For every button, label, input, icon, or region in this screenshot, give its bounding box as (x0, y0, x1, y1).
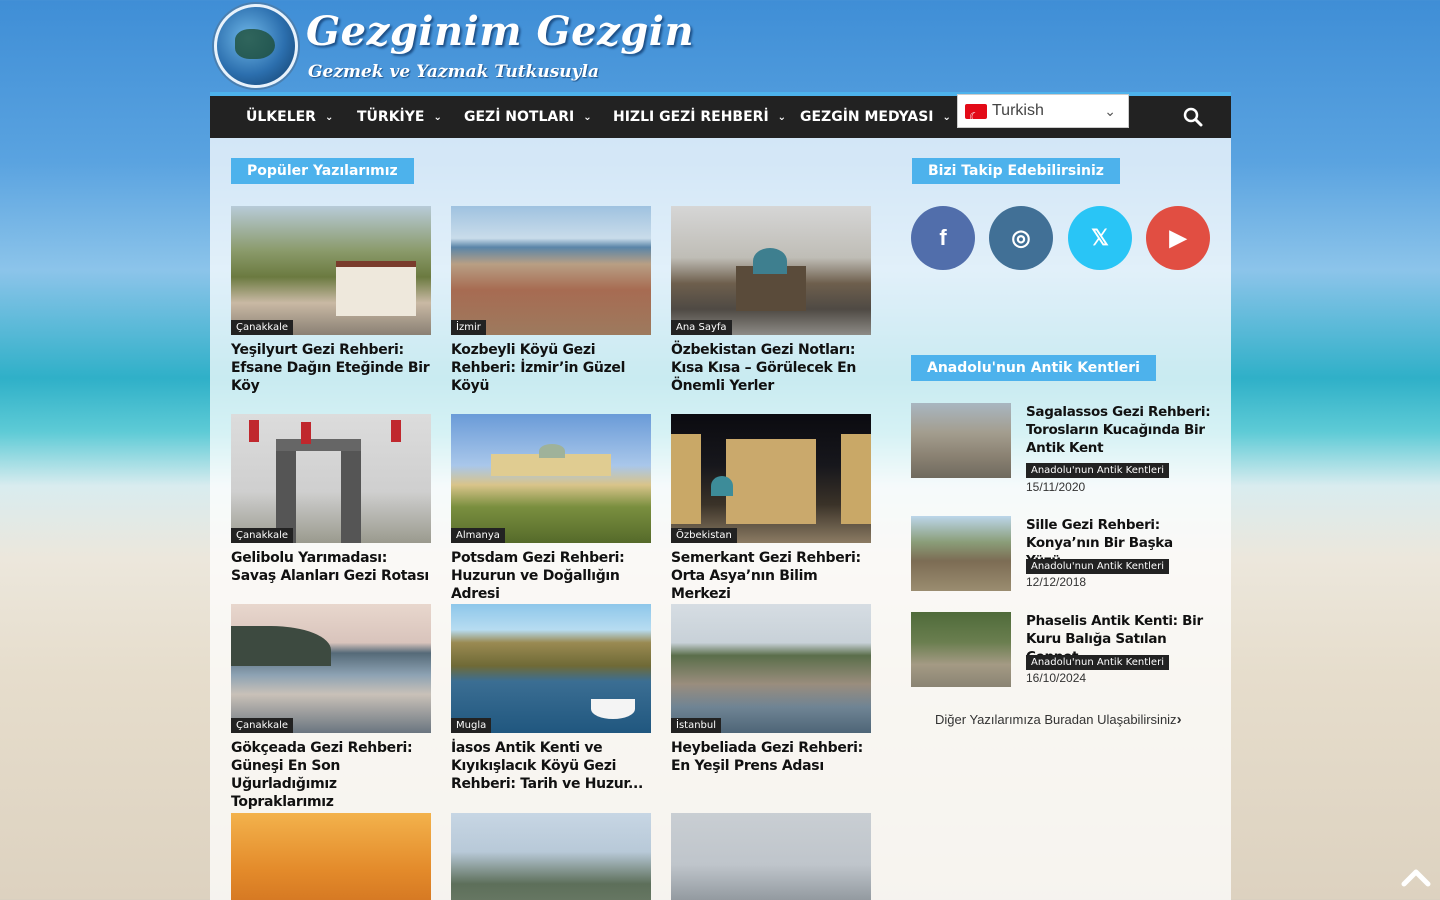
chevron-down-icon: ⌄ (777, 112, 787, 123)
language-select[interactable]: Turkish ⌄ (957, 94, 1129, 133)
post-thumbnail[interactable]: Özbekistan (671, 414, 871, 543)
post-thumbnail[interactable] (451, 813, 651, 900)
category-tag[interactable]: Anadolu'nun Antik Kentleri (1026, 559, 1169, 574)
turkey-flag-icon (965, 101, 987, 133)
post-thumbnail[interactable] (911, 516, 1011, 591)
ancient-post-item[interactable]: Phaselis Antik Kenti: Bir Kuru Balığa Sa… (911, 612, 1211, 692)
post-title[interactable]: İasos Antik Kenti ve Kıyıkışlacık Köyü G… (451, 739, 651, 793)
category-tag[interactable]: Almanya (451, 528, 505, 543)
site-header: Gezginim Gezgin Gezmek ve Yazmak Tutkusu… (210, 0, 1231, 92)
follow-us-title: Bizi Takip Edebilirsiniz (912, 158, 1120, 184)
post-title[interactable]: Semerkant Gezi Rehberi: Orta Asya’nın Bi… (671, 549, 871, 603)
nav-item-gezi-notlari[interactable]: GEZİ NOTLARI ⌄ (464, 96, 592, 138)
category-tag[interactable]: İzmir (451, 320, 486, 335)
post-card[interactable]: Çanakkale Gökçeada Gezi Rehberi: Güneşi … (231, 604, 431, 811)
post-thumbnail[interactable]: Çanakkale (231, 414, 431, 543)
post-title[interactable]: Kozbeyli Köyü Gezi Rehberi: İzmir’in Güz… (451, 341, 651, 395)
post-title[interactable]: Gelibolu Yarımadası: Savaş Alanları Gezi… (231, 549, 431, 585)
chevron-down-icon: ⌄ (1104, 103, 1116, 119)
nav-item-gezgin-medyasi[interactable]: GEZGİN MEDYASI ⌄ (800, 96, 951, 138)
post-card[interactable] (671, 813, 871, 900)
chevron-down-icon: ⌄ (942, 112, 951, 123)
ancient-post-item[interactable]: Sille Gezi Rehberi: Konya’nın Bir Başka … (911, 516, 1211, 596)
post-card[interactable]: Çanakkale Gelibolu Yarımadası: Savaş Ala… (231, 414, 431, 585)
popular-posts-title: Popüler Yazılarımız (231, 158, 414, 184)
category-tag[interactable]: Mugla (451, 718, 492, 733)
post-thumbnail[interactable]: Çanakkale (231, 206, 431, 335)
category-tag[interactable]: Özbekistan (671, 528, 737, 543)
post-title[interactable]: Yeşilyurt Gezi Rehberi: Efsane Dağın Ete… (231, 341, 431, 395)
post-thumbnail[interactable]: Mugla (451, 604, 651, 733)
category-tag[interactable]: Çanakkale (231, 320, 294, 335)
post-title[interactable]: Sagalassos Gezi Rehberi: Torosların Kuca… (1026, 403, 1211, 457)
post-thumbnail[interactable] (911, 403, 1011, 478)
search-icon[interactable] (1183, 107, 1203, 127)
post-card[interactable]: İstanbul Heybeliada Gezi Rehberi: En Yeş… (671, 604, 871, 775)
post-thumbnail[interactable]: İstanbul (671, 604, 871, 733)
category-tag[interactable]: Anadolu'nun Antik Kentleri (1026, 463, 1169, 478)
post-date: 12/12/2018 (1026, 575, 1087, 589)
nav-item-turkiye[interactable]: TÜRKİYE ⌄ (357, 96, 442, 138)
category-tag[interactable]: İstanbul (671, 718, 722, 733)
post-card[interactable]: Mugla İasos Antik Kenti ve Kıyıkışlacık … (451, 604, 651, 793)
instagram-icon[interactable]: ◎ (989, 206, 1053, 270)
nav-item-hizli-gezi-rehberi[interactable]: HIZLI GEZİ REHBERİ ⌄ (613, 96, 786, 138)
post-card[interactable]: Almanya Potsdam Gezi Rehberi: Huzurun ve… (451, 414, 651, 603)
post-date: 16/10/2024 (1026, 671, 1087, 685)
site-tagline: Gezmek ve Yazmak Tutkusuyla (308, 62, 600, 82)
chevron-down-icon: ⌄ (583, 112, 592, 123)
category-tag[interactable]: Çanakkale (231, 718, 294, 733)
post-title[interactable]: Özbekistan Gezi Notları: Kısa Kısa – Gör… (671, 341, 871, 395)
ancient-post-item[interactable]: Sagalassos Gezi Rehberi: Torosların Kuca… (911, 403, 1211, 503)
post-title[interactable]: Gökçeada Gezi Rehberi: Güneşi En Son Uğu… (231, 739, 431, 811)
chevron-down-icon: ⌄ (324, 112, 334, 123)
post-date: 15/11/2020 (1026, 480, 1086, 494)
post-title[interactable]: Potsdam Gezi Rehberi: Huzurun ve Doğallı… (451, 549, 651, 603)
language-label: Turkish (992, 102, 1044, 119)
post-card[interactable] (451, 813, 651, 900)
post-thumbnail[interactable] (911, 612, 1011, 687)
chevron-down-icon: ⌄ (433, 112, 442, 123)
ancient-cities-title: Anadolu'nun Antik Kentleri (911, 355, 1156, 381)
post-card[interactable]: Özbekistan Semerkant Gezi Rehberi: Orta … (671, 414, 871, 603)
post-card[interactable]: Çanakkale Yeşilyurt Gezi Rehberi: Efsane… (231, 206, 431, 395)
facebook-icon[interactable]: f (911, 206, 975, 270)
site-logo-title[interactable]: Gezginim Gezgin (306, 8, 694, 55)
chevron-right-icon: › (1176, 711, 1182, 728)
post-thumbnail[interactable] (671, 813, 871, 900)
nav-item-ulkeler[interactable]: ÜLKELER ⌄ (246, 96, 333, 138)
post-thumbnail[interactable]: Ana Sayfa (671, 206, 871, 335)
logo-globe-icon[interactable] (214, 4, 298, 88)
category-tag[interactable]: Ana Sayfa (671, 320, 732, 335)
post-card[interactable]: İzmir Kozbeyli Köyü Gezi Rehberi: İzmir’… (451, 206, 651, 395)
post-thumbnail[interactable] (231, 813, 431, 900)
post-thumbnail[interactable]: Almanya (451, 414, 651, 543)
scroll-to-top-icon[interactable] (1400, 862, 1432, 892)
post-card[interactable] (231, 813, 431, 900)
post-title[interactable]: Heybeliada Gezi Rehberi: En Yeşil Prens … (671, 739, 871, 775)
youtube-icon[interactable]: ▶ (1146, 206, 1210, 270)
x-twitter-icon[interactable]: 𝕏 (1068, 206, 1132, 270)
post-card[interactable]: Ana Sayfa Özbekistan Gezi Notları: Kısa … (671, 206, 871, 395)
category-tag[interactable]: Çanakkale (231, 528, 294, 543)
more-posts-link[interactable]: Diğer Yazılarımıza Buradan Ulaşabilirsin… (935, 711, 1182, 728)
main-navbar: ÜLKELER ⌄ TÜRKİYE ⌄ GEZİ NOTLARI ⌄ HIZLI GE… (210, 92, 1231, 138)
post-thumbnail[interactable]: İzmir (451, 206, 651, 335)
category-tag[interactable]: Anadolu'nun Antik Kentleri (1026, 655, 1169, 670)
post-thumbnail[interactable]: Çanakkale (231, 604, 431, 733)
